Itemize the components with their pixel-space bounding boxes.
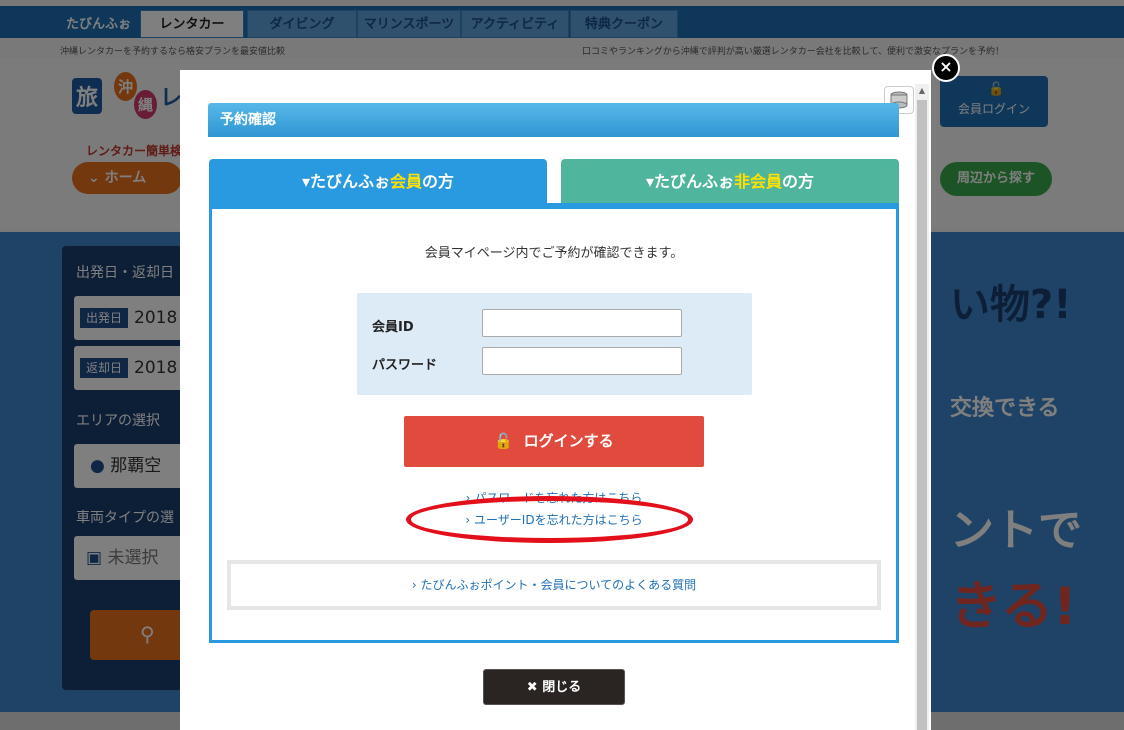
caret-down-icon: ▾ xyxy=(301,172,310,191)
member-id-label: 会員ID xyxy=(372,320,414,335)
tab-nonmember[interactable]: ▾たびんふぉ非会員の方 xyxy=(561,159,899,205)
tab-nonmember-prefix: たびんふぉ xyxy=(653,172,734,191)
login-button-label: ログインする xyxy=(523,432,614,450)
modal-title: 予約確認 xyxy=(208,103,899,137)
login-button[interactable]: 🔓 ログインする xyxy=(404,416,704,467)
scroll-up-arrow-icon[interactable]: ▲ xyxy=(915,84,929,98)
password-label: パスワード xyxy=(372,358,438,373)
modal-scrollbar-thumb[interactable] xyxy=(917,100,927,730)
close-button[interactable]: ✖ 閉じる xyxy=(483,669,625,705)
intro-text: 会員マイページ内でご予約が確認できます。 xyxy=(424,246,684,261)
tab-nonmember-highlight: 非会員 xyxy=(734,172,783,191)
tab-member-suffix: の方 xyxy=(422,172,455,191)
modal-close-icon[interactable]: × xyxy=(932,54,960,82)
member-id-input[interactable] xyxy=(482,309,682,337)
panel-top-border xyxy=(209,203,899,209)
unlock-icon: 🔓 xyxy=(494,432,514,450)
highlight-ellipse-annotation xyxy=(406,496,693,543)
chevron-right-icon: › xyxy=(411,578,417,592)
close-button-label: 閉じる xyxy=(542,680,582,695)
tab-member-prefix: たびんふぉ xyxy=(309,172,390,191)
caret-down-icon: ▾ xyxy=(645,172,654,191)
tab-member[interactable]: ▾たびんふぉ会員の方 xyxy=(209,159,547,205)
close-icon: ✖ xyxy=(526,680,538,695)
password-input[interactable] xyxy=(482,347,682,375)
tab-nonmember-suffix: の方 xyxy=(782,172,815,191)
faq-link[interactable]: › たびんふぉポイント・会員についてのよくある質問 xyxy=(227,560,881,610)
tab-member-highlight: 会員 xyxy=(390,172,423,191)
faq-label: たびんふぉポイント・会員についてのよくある質問 xyxy=(420,578,697,592)
